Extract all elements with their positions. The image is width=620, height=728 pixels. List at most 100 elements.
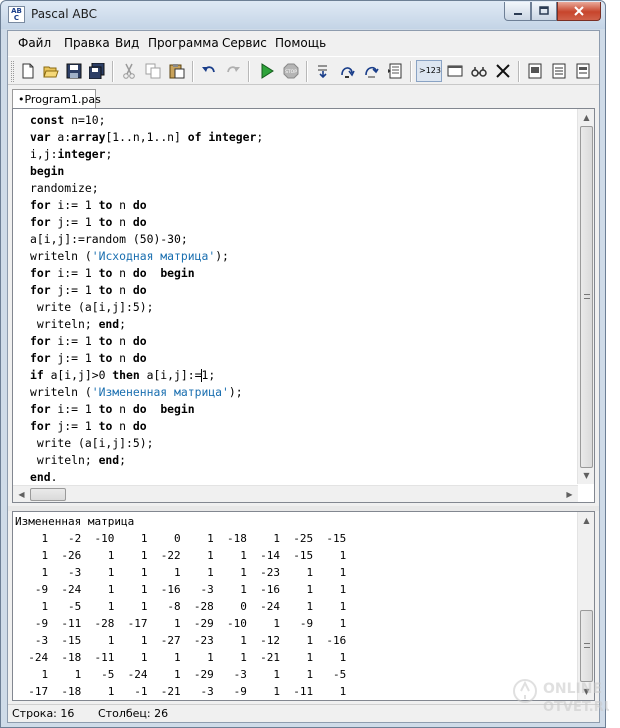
undo-button[interactable]: [198, 60, 220, 82]
output-value: 1: [246, 668, 280, 681]
menu-help[interactable]: Помощь: [275, 36, 326, 50]
step-into-button[interactable]: [312, 60, 334, 82]
code-line[interactable]: for j:= 1 to n do: [30, 214, 578, 231]
code-line[interactable]: writeln; end;: [30, 316, 578, 333]
menu-service[interactable]: Сервис: [222, 36, 267, 50]
code-token: writeln;: [30, 453, 99, 467]
close-button[interactable]: [557, 2, 601, 21]
save-icon: [66, 63, 82, 79]
doc-3-button[interactable]: [572, 60, 594, 82]
code-line[interactable]: end.: [30, 469, 578, 482]
code-keyword: do: [132, 215, 147, 229]
window-button[interactable]: [444, 60, 466, 82]
stop-button[interactable]: STOP: [280, 60, 302, 82]
code-keyword: for: [30, 283, 51, 297]
code-keyword: var: [30, 130, 51, 144]
save-button[interactable]: [63, 60, 85, 82]
minimize-button[interactable]: [504, 2, 531, 21]
close-file-button[interactable]: [492, 60, 514, 82]
scroll-down-icon[interactable]: ▼: [578, 467, 595, 484]
editor-horizontal-scrollbar[interactable]: ◀ ▶: [13, 485, 578, 502]
code-line[interactable]: begin: [30, 163, 578, 180]
editor-vertical-thumb[interactable]: [580, 126, 593, 468]
code-line[interactable]: for j:= 1 to n do: [30, 350, 578, 367]
step-out-button[interactable]: [360, 60, 382, 82]
output-value: 1: [15, 532, 49, 545]
output-value: -5: [48, 600, 82, 613]
code-token: n: [112, 215, 133, 229]
code-line[interactable]: i,j:integer;: [30, 146, 578, 163]
code-keyword: for: [30, 266, 51, 280]
code-line[interactable]: for i:= 1 to n do begin: [30, 265, 578, 282]
find-button[interactable]: [468, 60, 490, 82]
output-value: -18: [213, 532, 247, 545]
doc-2-button[interactable]: [548, 60, 570, 82]
code-line[interactable]: write (a[i,j]:5);: [30, 299, 578, 316]
menu-file[interactable]: Файл: [18, 36, 51, 50]
app-icon[interactable]: AB C: [8, 6, 25, 23]
maximize-button[interactable]: [531, 2, 557, 21]
menu-edit[interactable]: Правка: [64, 36, 110, 50]
step-out-icon: [365, 66, 379, 78]
output-value: -14: [246, 549, 280, 562]
code-line[interactable]: for i:= 1 to n do: [30, 197, 578, 214]
output-mode-button[interactable]: >123: [416, 60, 442, 82]
output-value: -21: [147, 685, 181, 698]
output-value: -3: [180, 685, 214, 698]
tab-program1[interactable]: •Program1.pas: [12, 89, 101, 109]
code-line[interactable]: for i:= 1 to n do begin: [30, 401, 578, 418]
code-line[interactable]: var a:array[1..n,1..n] of integer;: [30, 129, 578, 146]
code-line[interactable]: a[i,j]:=random (50)-30;: [30, 231, 578, 248]
title-bar[interactable]: AB C Pascal ABC: [1, 1, 605, 29]
editor-horizontal-thumb[interactable]: [30, 488, 66, 501]
code-keyword: array: [71, 130, 106, 144]
code-token: a[i,j]:=: [139, 368, 202, 382]
output-value: 1: [180, 549, 214, 562]
code-line[interactable]: writeln ('Измененная матрица');: [30, 384, 578, 401]
copy-icon: [145, 63, 161, 79]
output-value: 1: [313, 651, 347, 664]
code-line[interactable]: randomize;: [30, 180, 578, 197]
code-line[interactable]: if a[i,j]>0 then a[i,j]:=1;: [30, 367, 578, 384]
code-line[interactable]: for i:= 1 to n do: [30, 333, 578, 350]
step-over-button[interactable]: [336, 60, 358, 82]
code-token: 1;: [201, 368, 216, 382]
scroll-up-icon[interactable]: ▲: [578, 512, 594, 529]
menu-program[interactable]: Программа: [148, 36, 219, 50]
code-line[interactable]: for j:= 1 to n do: [30, 418, 578, 435]
menu-view[interactable]: Вид: [115, 36, 139, 50]
open-button[interactable]: [40, 60, 62, 82]
scroll-left-icon[interactable]: ◀: [13, 486, 30, 503]
code-line[interactable]: writeln ('Исходная матрица');: [30, 248, 578, 265]
redo-button[interactable]: [222, 60, 244, 82]
code-editor[interactable]: const n=10; var a:array[1..n,1..n] of int…: [12, 108, 595, 503]
save-all-button[interactable]: [86, 60, 108, 82]
code-token: [1..n,1..n]: [105, 130, 188, 144]
output-value: 1: [81, 566, 115, 579]
paste-button[interactable]: [166, 60, 188, 82]
code-line[interactable]: const n=10;: [30, 112, 578, 129]
output-value: 1: [81, 549, 115, 562]
code-token: ;: [256, 130, 264, 144]
doc-1-button[interactable]: [524, 60, 546, 82]
cut-button[interactable]: [118, 60, 140, 82]
output-value: -9: [15, 617, 49, 630]
output-value: -29: [180, 617, 214, 630]
copy-button[interactable]: [142, 60, 164, 82]
new-file-button[interactable]: [17, 60, 39, 82]
toolbar-grip[interactable]: [11, 61, 14, 82]
editor-vertical-scrollbar[interactable]: ▲ ▼: [577, 109, 594, 484]
run-button[interactable]: [256, 60, 278, 82]
scroll-up-icon[interactable]: ▲: [578, 109, 595, 126]
code-keyword: const: [30, 113, 65, 127]
code-line[interactable]: write (a[i,j]:5);: [30, 435, 578, 452]
code-area[interactable]: const n=10; var a:array[1..n,1..n] of int…: [30, 112, 578, 482]
code-line[interactable]: writeln; end;: [30, 452, 578, 469]
watch-button[interactable]: [384, 60, 406, 82]
output-pane[interactable]: Измененная матрица 1 -2 -10 1 0 1 -18 1 …: [12, 511, 595, 701]
scroll-right-icon[interactable]: ▶: [561, 486, 578, 503]
code-keyword: of integer: [187, 130, 257, 144]
code-line[interactable]: for j:= 1 to n do: [30, 282, 578, 299]
code-keyword: do: [132, 266, 147, 280]
output-value: -5: [81, 668, 115, 681]
